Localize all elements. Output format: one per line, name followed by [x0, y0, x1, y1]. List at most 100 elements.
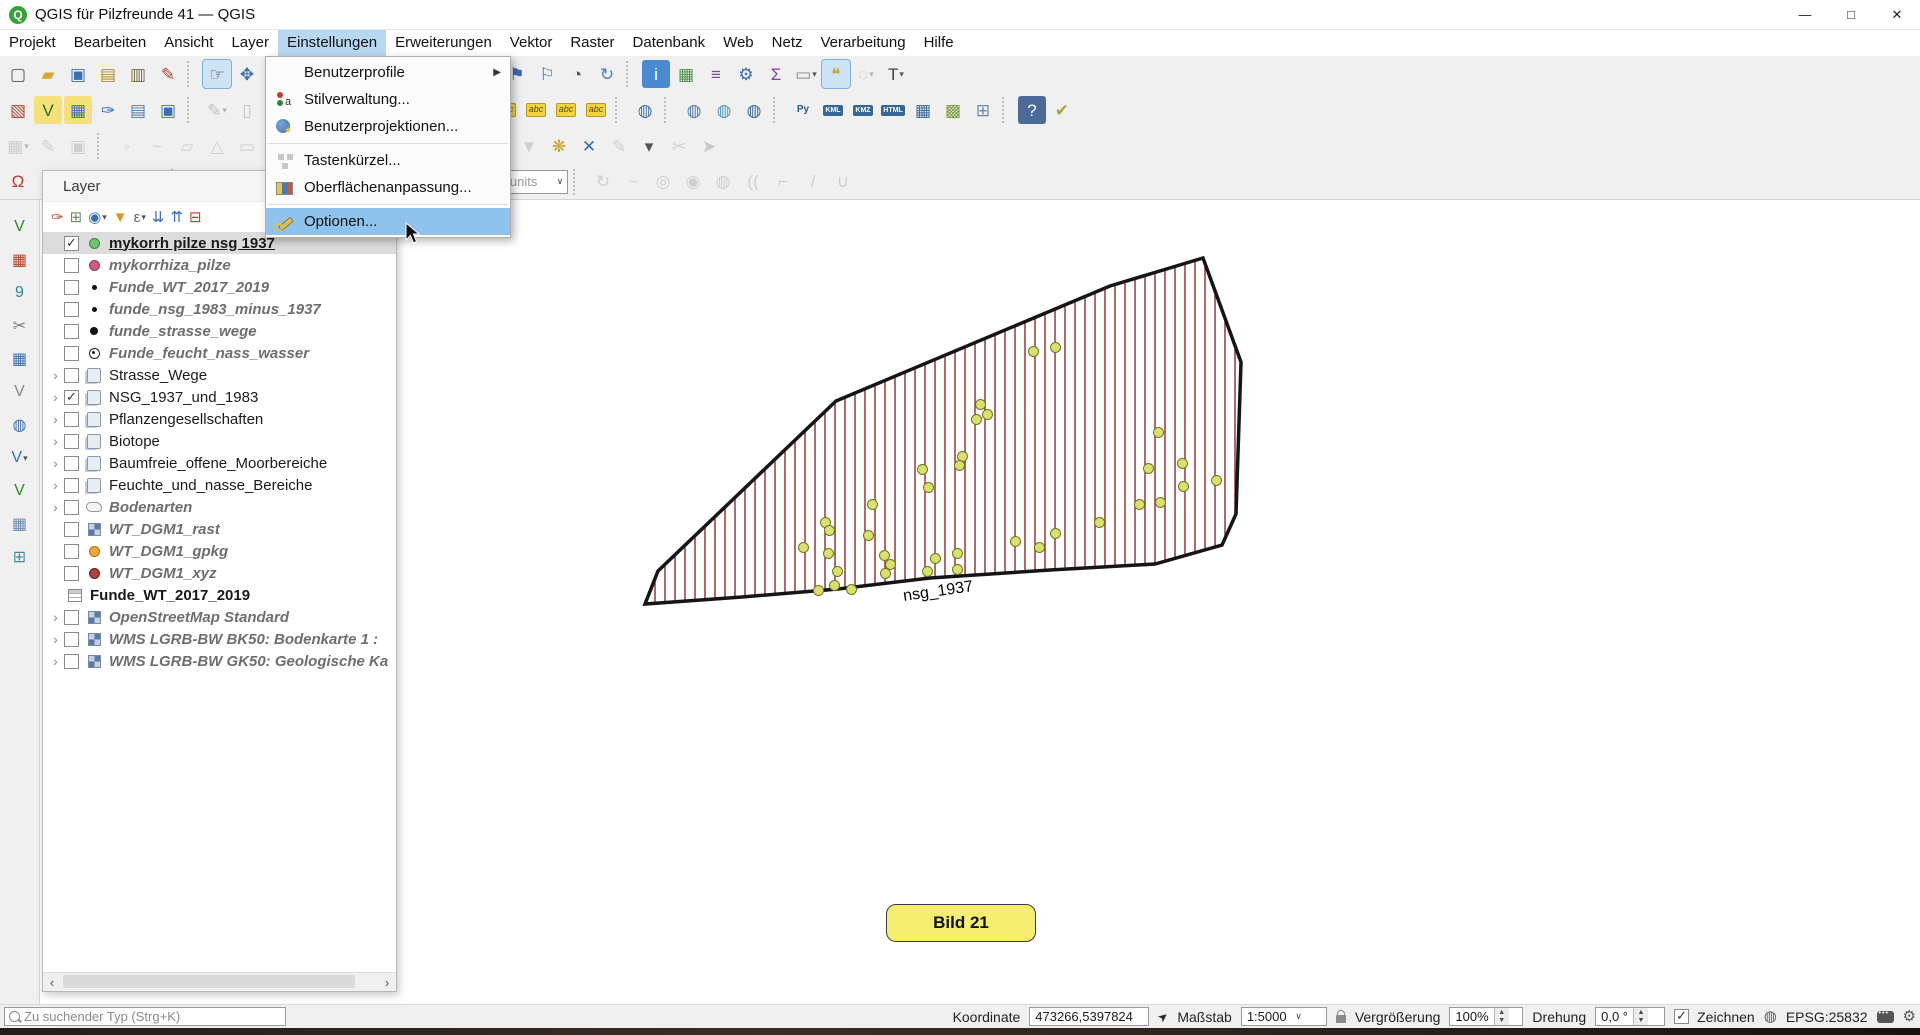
- layer-expander-icon[interactable]: ›: [47, 478, 64, 492]
- layer-row[interactable]: ›WMS LGRB-BW GK50: Geologische Ka: [43, 650, 396, 672]
- new-project-button[interactable]: ▢: [4, 60, 32, 88]
- move-label-diagram-button[interactable]: abc: [522, 96, 550, 124]
- refresh-map-button[interactable]: ↻: [593, 60, 621, 88]
- add-polygon-feature-button[interactable]: ▱: [173, 132, 201, 160]
- layer-checkbox[interactable]: [64, 522, 79, 537]
- scale-lock-icon[interactable]: [1336, 1015, 1346, 1023]
- magnifier-spinbox[interactable]: 100%▲▼: [1449, 1007, 1523, 1026]
- filter-legend-icon[interactable]: ▼: [113, 209, 128, 226]
- layer-checkbox[interactable]: [64, 302, 79, 317]
- layer-row[interactable]: WT_DGM1_xyz: [43, 562, 396, 584]
- menubar-item-ansicht[interactable]: Ansicht: [155, 30, 222, 56]
- html-export-button[interactable]: HTML: [879, 96, 907, 124]
- menubar-item-projekt[interactable]: Projekt: [0, 30, 65, 56]
- add-part-button[interactable]: ◉: [679, 168, 707, 196]
- collapse-all-icon[interactable]: ⇈: [170, 208, 183, 226]
- dock-teal-tool-icon[interactable]: 9: [7, 280, 33, 306]
- layout-manager-button[interactable]: ▥: [124, 60, 152, 88]
- menubar-item-raster[interactable]: Raster: [561, 30, 623, 56]
- add-point-feature-button[interactable]: ◦: [113, 132, 141, 160]
- layer-row[interactable]: ›Feuchte_und_nasse_Bereiche: [43, 474, 396, 496]
- style-manager-button[interactable]: ✎: [154, 60, 182, 88]
- layer-panel-hscrollbar[interactable]: ‹ ›: [43, 972, 396, 991]
- rotate-feature-button[interactable]: ↻: [589, 168, 617, 196]
- layer-checkbox[interactable]: [64, 654, 79, 669]
- toggle-editing-button[interactable]: ✎▾: [203, 96, 231, 124]
- identify-features-button[interactable]: i: [642, 60, 670, 88]
- merge-features-button[interactable]: ∪: [829, 168, 857, 196]
- checkbox-icon[interactable]: [1674, 1009, 1689, 1024]
- layer-row[interactable]: ›Biotope: [43, 430, 396, 452]
- show-bookmarks-button[interactable]: ⚐: [533, 60, 561, 88]
- menu-item-tastenkuerzel[interactable]: Tastenkürzel...: [266, 147, 510, 174]
- layer-expander-icon[interactable]: ›: [47, 654, 64, 668]
- layer-checkbox[interactable]: [64, 412, 79, 427]
- dock-vector-add-icon[interactable]: V: [7, 478, 33, 504]
- layer-expander-icon[interactable]: ›: [47, 390, 64, 404]
- scroll-thumb[interactable]: [63, 975, 355, 988]
- rotation-spinbox[interactable]: 0,0 °▲▼: [1595, 1007, 1665, 1026]
- menubar-item-erweiterungen[interactable]: Erweiterungen: [386, 30, 501, 56]
- pan-map-button[interactable]: ☞: [203, 60, 231, 88]
- coordinate-capture-icon[interactable]: ➤: [1155, 1008, 1172, 1025]
- delete-selected-button[interactable]: ▭: [233, 132, 261, 160]
- spin-arrows-icon[interactable]: ▲▼: [1494, 1008, 1509, 1025]
- menubar-item-layer[interactable]: Layer: [222, 30, 278, 56]
- layer-row[interactable]: ›Baumfreie_offene_Moorbereiche: [43, 452, 396, 474]
- crs-globe-icon[interactable]: ◍: [1764, 1009, 1777, 1024]
- help-contents-button[interactable]: ?: [1018, 96, 1046, 124]
- layer-checkbox[interactable]: [64, 324, 79, 339]
- dock-vector-edit-icon[interactable]: V: [7, 214, 33, 240]
- fill-ring-button[interactable]: ◍: [709, 168, 737, 196]
- layer-row[interactable]: ›OpenStreetMap Standard: [43, 606, 396, 628]
- manage-map-themes-icon[interactable]: ◉▾: [88, 208, 107, 226]
- scroll-right-icon[interactable]: ›: [378, 975, 396, 990]
- kmz-export-button[interactable]: KMZ: [849, 96, 877, 124]
- add-vector-layer-button[interactable]: V: [34, 96, 62, 124]
- add-ring-button[interactable]: ◎: [649, 168, 677, 196]
- layer-row[interactable]: ›Bodenarten: [43, 496, 396, 518]
- menu-item-benutzerprofile[interactable]: Benutzerprofile▶: [266, 59, 510, 86]
- dock-grid-light-icon[interactable]: ▦: [7, 511, 33, 537]
- menubar-item-netz[interactable]: Netz: [763, 30, 812, 56]
- layer-checkbox[interactable]: [64, 236, 79, 251]
- menubar-item-einstellungen[interactable]: Einstellungen: [278, 30, 386, 56]
- dock-vector-gray-icon[interactable]: V: [7, 379, 33, 405]
- add-raster-layer-button[interactable]: ▦: [64, 96, 92, 124]
- dock-grid-star-icon[interactable]: ⊞: [7, 544, 33, 570]
- geo-search-button[interactable]: ◍: [740, 96, 768, 124]
- map-tips-button[interactable]: ❝: [822, 60, 850, 88]
- data-source-manager-button[interactable]: ▧: [4, 96, 32, 124]
- menubar-item-vektor[interactable]: Vektor: [501, 30, 562, 56]
- layer-expander-icon[interactable]: ›: [47, 632, 64, 646]
- layer-row[interactable]: WT_DGM1_gpkg: [43, 540, 396, 562]
- layer-row[interactable]: ›NSG_1937_und_1983: [43, 386, 396, 408]
- processing-toolbox-button[interactable]: ⚙: [732, 60, 760, 88]
- menu-item-oberflaechenanpassung[interactable]: Oberflächenanpassung...: [266, 174, 510, 201]
- scroll-track[interactable]: [61, 973, 378, 991]
- dock-grid-blue-icon[interactable]: ▦: [7, 346, 33, 372]
- menu-item-benutzerprojektionen[interactable]: Benutzerprojektionen...: [266, 113, 510, 140]
- filter-tool-button[interactable]: ▼: [515, 132, 543, 160]
- scroll-left-icon[interactable]: ‹: [43, 975, 61, 990]
- split-features-button[interactable]: /: [799, 168, 827, 196]
- menu-item-optionen[interactable]: Optionen...: [266, 208, 510, 235]
- render-checkbox[interactable]: Zeichnen: [1674, 1009, 1755, 1025]
- save-project-button[interactable]: ▣: [64, 60, 92, 88]
- db-manager-button[interactable]: ◍: [631, 96, 659, 124]
- layer-row[interactable]: Funde_WT_2017_2019: [43, 584, 396, 606]
- layer-row[interactable]: Funde_WT_2017_2019: [43, 276, 396, 298]
- menubar-item-hilfe[interactable]: Hilfe: [915, 30, 963, 56]
- zoom-annotation-button[interactable]: ◌▾: [852, 60, 880, 88]
- layer-checkbox[interactable]: [64, 456, 79, 471]
- maximize-button[interactable]: □: [1828, 0, 1874, 30]
- remove-layer-icon[interactable]: ⊟: [189, 208, 202, 226]
- rotate-label-button[interactable]: abc: [552, 96, 580, 124]
- layer-row[interactable]: funde_strasse_wege: [43, 320, 396, 342]
- close-button[interactable]: ✕: [1874, 0, 1920, 30]
- open-layer-styling-icon[interactable]: ✑: [51, 208, 64, 226]
- current-edits-button[interactable]: ▦▾: [4, 132, 32, 160]
- filter-expression-icon[interactable]: ε▾: [134, 209, 146, 226]
- minimize-button[interactable]: —: [1782, 0, 1828, 30]
- layer-checkbox[interactable]: [64, 500, 79, 515]
